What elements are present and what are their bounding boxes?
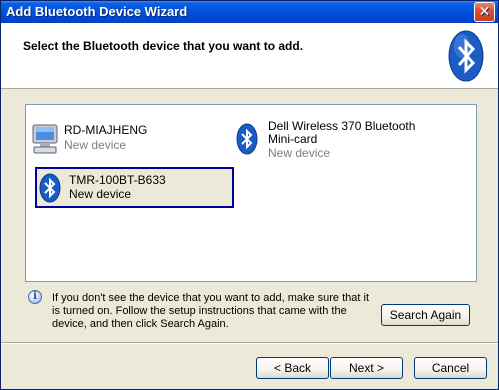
device-status: New device (268, 146, 331, 160)
device-item-rd-miajheng[interactable]: RD-MIAJHENG New device (30, 123, 210, 157)
bluetooth-icon (39, 173, 61, 203)
next-button[interactable]: Next > (330, 357, 403, 379)
device-status: New device (64, 138, 127, 152)
footer-divider (1, 342, 498, 344)
info-icon: i (28, 290, 42, 304)
computer-icon (32, 124, 58, 154)
device-name: RD-MIAJHENG (64, 123, 148, 137)
instruction-text: Select the Bluetooth device that you wan… (23, 39, 304, 53)
device-list[interactable]: RD-MIAJHENG New device Dell Wireless 370… (25, 104, 477, 282)
device-item-tmr-100bt[interactable]: TMR-100BT-B633 New device (35, 167, 234, 208)
window-title: Add Bluetooth Device Wizard (6, 4, 188, 19)
close-button[interactable]: ✕ (474, 2, 495, 22)
back-button[interactable]: < Back (256, 357, 329, 379)
cancel-button[interactable]: Cancel (414, 357, 487, 379)
search-again-button[interactable]: Search Again (381, 304, 470, 326)
info-text: If you don't see the device that you wan… (52, 292, 370, 330)
bluetooth-logo-icon (448, 30, 484, 82)
device-name: Dell Wireless 370 Bluetooth Mini-card (268, 119, 416, 146)
bluetooth-icon (236, 123, 258, 155)
title-bar[interactable]: Add Bluetooth Device Wizard ✕ (1, 1, 498, 23)
wizard-window: Add Bluetooth Device Wizard ✕ Select the… (0, 0, 499, 390)
device-status: New device (69, 187, 132, 201)
device-item-dell-wireless[interactable]: Dell Wireless 370 Bluetooth Mini-card Ne… (236, 119, 436, 163)
wizard-header: Select the Bluetooth device that you wan… (1, 23, 498, 89)
device-name: TMR-100BT-B633 (69, 173, 166, 187)
